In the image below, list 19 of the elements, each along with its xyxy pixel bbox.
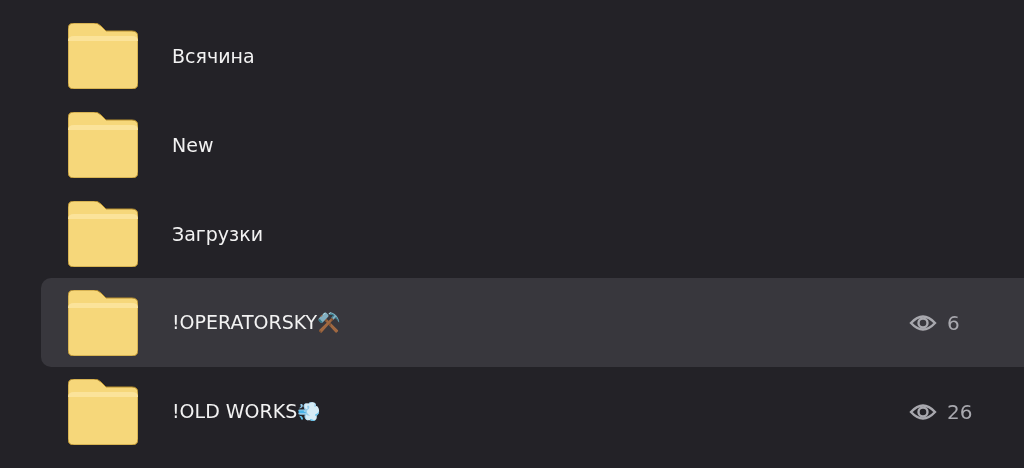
folder-name: Загрузки	[172, 222, 265, 245]
eye-icon	[909, 312, 937, 333]
folder-row[interactable]: Всячина	[41, 11, 1024, 100]
folder-icon	[68, 378, 138, 445]
eye-icon	[909, 401, 937, 422]
folder-icon	[68, 111, 138, 178]
selected-folder-row[interactable]: !OPERATORSKY⚒ 6	[41, 278, 1024, 367]
folder-row[interactable]: !OLD WORKS💨 26	[41, 367, 1024, 456]
folder-icon	[68, 22, 138, 89]
folder-icon	[68, 200, 138, 267]
folder-row[interactable]: Загрузки	[41, 189, 1024, 278]
folder-icon	[68, 289, 138, 356]
folder-name: Всячина	[172, 44, 256, 67]
folder-name: !OPERATORSKY⚒	[172, 311, 343, 334]
view-count: 6	[947, 310, 960, 335]
folder-row[interactable]: New	[41, 100, 1024, 189]
folder-name: New	[172, 133, 215, 156]
folder-name: !OLD WORKS💨	[172, 400, 323, 423]
view-count: 26	[947, 399, 973, 424]
